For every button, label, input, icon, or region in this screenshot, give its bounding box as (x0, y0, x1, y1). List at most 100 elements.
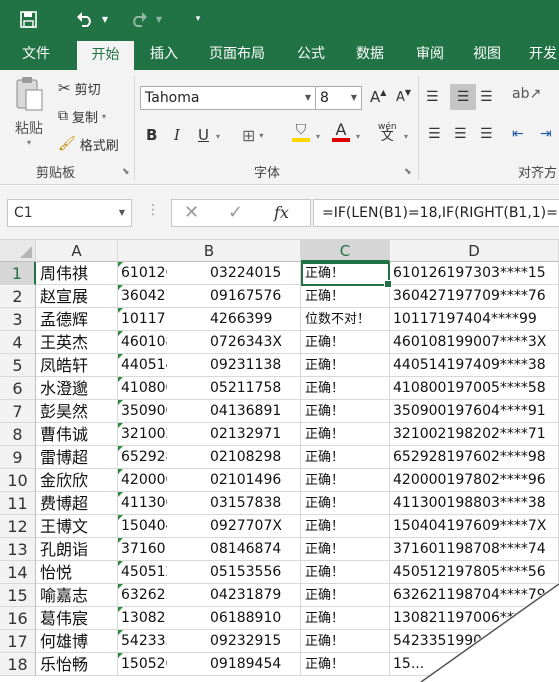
cell-name[interactable]: 孔朗诣 (36, 538, 118, 561)
cell-name[interactable]: 乐怡畅 (36, 653, 118, 676)
cell-check-result[interactable]: 正确！ (301, 400, 390, 423)
save-icon[interactable] (14, 6, 42, 32)
cell-masked-id[interactable]: 440514197409****38 (390, 354, 559, 377)
font-color-button[interactable]: A (332, 122, 350, 142)
cell-name[interactable]: 雷博超 (36, 446, 118, 469)
row-header[interactable]: 7 (0, 400, 36, 423)
cell-name[interactable]: 曹伟诚 (36, 423, 118, 446)
redo-dropdown-icon[interactable]: ▼ (152, 6, 166, 32)
cell-id-number[interactable]: 130821 06188910 (118, 607, 301, 630)
tab-view[interactable]: 视图 (462, 38, 512, 70)
fill-color-dropdown-icon[interactable]: ▾ (316, 132, 320, 141)
cell-name[interactable]: 赵宣展 (36, 285, 118, 308)
row-header[interactable]: 5 (0, 354, 36, 377)
cell-name[interactable]: 周伟祺 (36, 262, 118, 285)
cell-masked-id[interactable]: 411300198803****38 (390, 492, 559, 515)
row-header[interactable]: 10 (0, 469, 36, 492)
row-header[interactable]: 14 (0, 561, 36, 584)
redo-icon[interactable] (126, 6, 152, 32)
cell-name[interactable]: 葛伟宸 (36, 607, 118, 630)
name-box[interactable]: C1 ▼ (7, 199, 132, 227)
phonetic-button[interactable]: wén 文 (378, 122, 397, 143)
align-center-button[interactable]: ☰ (454, 126, 467, 142)
cell-masked-id[interactable]: 610126197303****15 (390, 262, 559, 285)
row-header[interactable]: 3 (0, 308, 36, 331)
cell-check-result[interactable]: 正确！ (301, 584, 390, 607)
cell-masked-id[interactable]: 150404197609****7X (390, 515, 559, 538)
font-name-combo[interactable]: Tahoma ▼ (140, 86, 316, 110)
cancel-icon[interactable]: ✕ (184, 202, 199, 223)
cell-check-result[interactable]: 正确！ (301, 492, 390, 515)
cell-id-number[interactable]: 610126 03224015 (118, 262, 301, 285)
font-launcher-icon[interactable]: ⬊ (404, 167, 412, 177)
borders-button[interactable]: ⊞ ▾ (242, 126, 263, 145)
column-header-a[interactable]: A (36, 240, 118, 262)
cell-masked-id[interactable]: 350900197604****91 (390, 400, 559, 423)
cell-check-result[interactable]: 正确！ (301, 423, 390, 446)
format-painter-button[interactable]: 🖌 格式刷 (58, 134, 119, 154)
cell-id-number[interactable]: 632621 04231879 (118, 584, 301, 607)
orientation-button[interactable]: ab↗ (512, 86, 541, 102)
cell-check-result[interactable]: 正确！ (301, 446, 390, 469)
cell-masked-id[interactable]: 410800197005****58 (390, 377, 559, 400)
row-header[interactable]: 17 (0, 630, 36, 653)
tab-home[interactable]: 开始 (77, 41, 134, 70)
cell-id-number[interactable]: 450512 05153556 (118, 561, 301, 584)
customize-qat-icon[interactable]: ▾ (190, 6, 206, 32)
cell-name[interactable]: 王英杰 (36, 331, 118, 354)
cell-check-result[interactable]: 正确！ (301, 607, 390, 630)
insert-function-button[interactable]: fx (274, 203, 289, 222)
cell-check-result[interactable]: 正确！ (301, 653, 390, 676)
cell-name[interactable]: 金欣欣 (36, 469, 118, 492)
row-header[interactable]: 6 (0, 377, 36, 400)
cell-id-number[interactable]: 420000 02101496 (118, 469, 301, 492)
copy-button[interactable]: ⧉ 复制 ▾ (58, 106, 106, 126)
tab-developer[interactable]: 开发 (518, 38, 559, 70)
row-header[interactable]: 1 (0, 262, 36, 285)
cell-name[interactable]: 费博超 (36, 492, 118, 515)
row-header[interactable]: 8 (0, 423, 36, 446)
increase-indent-button[interactable]: ⇥ (540, 126, 552, 142)
cell-masked-id[interactable]: 321002198202****71 (390, 423, 559, 446)
underline-dropdown-icon[interactable]: ▾ (216, 132, 220, 141)
align-middle-button[interactable]: ☰ (450, 84, 476, 110)
fill-color-button[interactable]: ⛉ (292, 122, 310, 142)
cut-button[interactable]: ✂ 剪切 (58, 78, 101, 98)
cell-masked-id[interactable]: 420000197802****96 (390, 469, 559, 492)
cell-check-result[interactable]: 正确！ (301, 561, 390, 584)
cell-id-number[interactable]: 101171 4266399 (118, 308, 301, 331)
row-header[interactable]: 13 (0, 538, 36, 561)
cell-check-result[interactable]: 正确！ (301, 538, 390, 561)
italic-button[interactable]: I (174, 126, 180, 144)
row-header[interactable]: 18 (0, 653, 36, 676)
cell-masked-id[interactable]: 371601198708****74 (390, 538, 559, 561)
align-left-button[interactable]: ☰ (428, 126, 441, 142)
cell-check-result[interactable]: 正确！ (301, 285, 390, 308)
font-size-combo[interactable]: 8 ▼ (315, 86, 362, 110)
cell-masked-id[interactable]: 652928197602****98 (390, 446, 559, 469)
column-header-b[interactable]: B (118, 240, 301, 262)
undo-dropdown-icon[interactable]: ▼ (98, 6, 112, 32)
row-header[interactable]: 4 (0, 331, 36, 354)
tab-data[interactable]: 数据 (344, 38, 396, 70)
cell-name[interactable]: 王博文 (36, 515, 118, 538)
column-header-d[interactable]: D (390, 240, 559, 262)
underline-button[interactable]: U (198, 126, 209, 144)
column-header-c[interactable]: C (301, 240, 390, 262)
row-header[interactable]: 12 (0, 515, 36, 538)
tab-page-layout[interactable]: 页面布局 (196, 38, 278, 70)
cell-check-result[interactable]: 正确！ (301, 377, 390, 400)
undo-icon[interactable] (72, 6, 98, 32)
cell-id-number[interactable]: 410800 05211758 (118, 377, 301, 400)
cell-name[interactable]: 孟德辉 (36, 308, 118, 331)
phonetic-dropdown-icon[interactable]: ▾ (404, 132, 408, 141)
cell-name[interactable]: 彭昊然 (36, 400, 118, 423)
enter-check-icon[interactable]: ✓ (228, 202, 243, 223)
align-right-button[interactable]: ☰ (480, 126, 493, 142)
row-header[interactable]: 16 (0, 607, 36, 630)
tab-insert[interactable]: 插入 (138, 38, 190, 70)
cell-check-result[interactable]: 位数不对！ (301, 308, 390, 331)
cell-name[interactable]: 喻嘉志 (36, 584, 118, 607)
cell-name[interactable]: 何雄博 (36, 630, 118, 653)
cell-masked-id[interactable]: 10117197404****99 (390, 308, 559, 331)
